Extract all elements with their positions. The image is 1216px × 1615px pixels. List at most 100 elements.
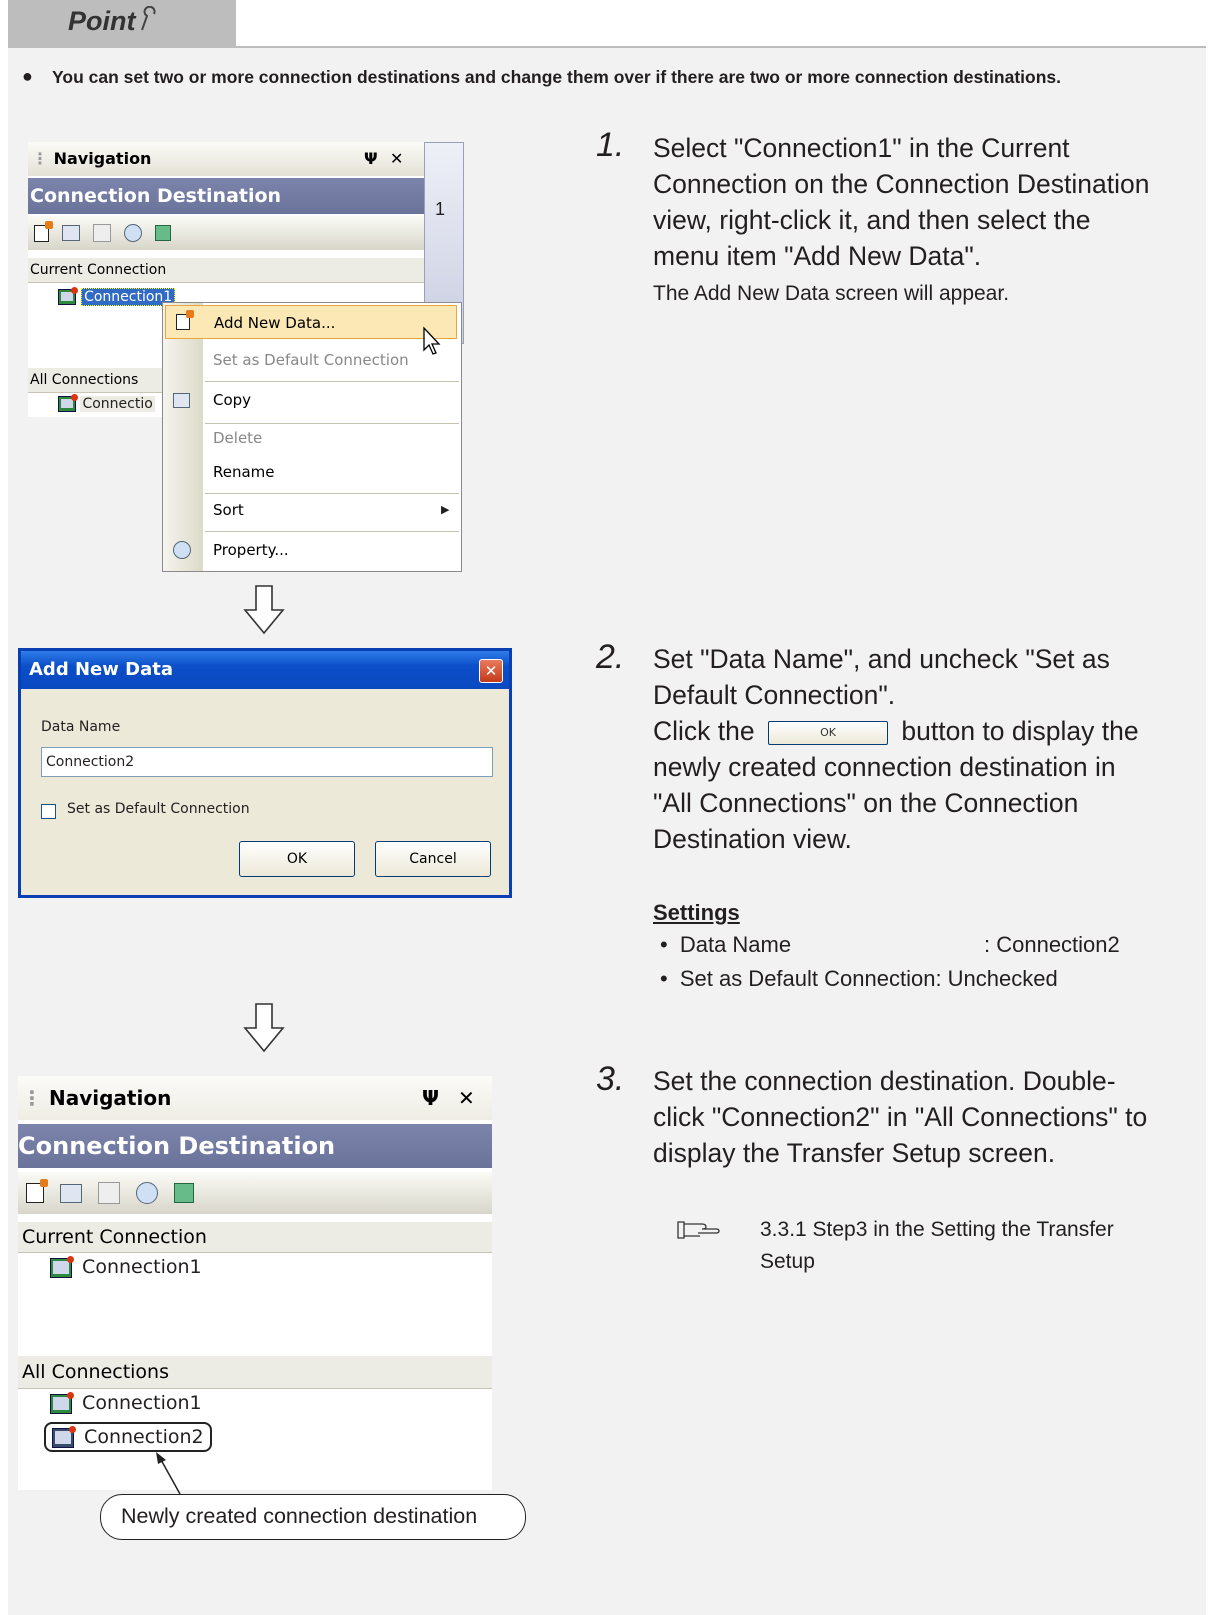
step-3-number: 3.: [596, 1060, 625, 1098]
menu-item-rename[interactable]: Rename: [213, 463, 275, 481]
property-icon[interactable]: [124, 224, 142, 242]
data-name-field[interactable]: Connection2: [41, 747, 493, 777]
settings-label-2: Set as Default Connection: [679, 966, 936, 991]
grip-icon: ⋮: [32, 149, 48, 168]
step-3-text: Set the connection destination. Double-c…: [653, 1066, 1148, 1168]
dialog-title-bar: Add New Data ✕: [21, 651, 509, 689]
property-icon[interactable]: [136, 1182, 158, 1204]
intro-bullet: ●: [22, 66, 33, 86]
copy-icon[interactable]: [62, 225, 80, 241]
settings-bullet: •: [660, 966, 668, 991]
settings-title: Settings: [653, 900, 740, 925]
cancel-button[interactable]: Cancel: [375, 841, 491, 877]
current-connection-item[interactable]: Connection1: [58, 286, 176, 308]
menu-label-property: Property...: [213, 541, 289, 559]
settings-value-2: : Unchecked: [935, 966, 1058, 991]
menu-item-set-default[interactable]: Set as Default Connection: [213, 351, 409, 369]
paste-icon[interactable]: [98, 1182, 120, 1204]
step-1-note: The Add New Data screen will appear.: [653, 282, 1010, 305]
all-connection-label-1: Connection1: [82, 1392, 202, 1414]
current-connection-label: Connection1: [82, 1256, 202, 1278]
menu-gutter: [163, 303, 203, 571]
step-1-number: 1.: [596, 126, 625, 164]
settings-label-1: Data Name: [679, 932, 792, 957]
dialog-close-button[interactable]: ✕: [479, 659, 503, 683]
menu-separator: [205, 381, 459, 382]
side-panel-number: 1: [435, 199, 446, 219]
point-hand-icon: [140, 5, 156, 31]
close-icon[interactable]: ✕: [458, 1076, 475, 1120]
callout-box: Newly created connection destination: [100, 1494, 526, 1540]
set-default-checkbox[interactable]: [41, 804, 56, 819]
menu-item-delete[interactable]: Delete: [213, 429, 262, 447]
settings-row-1: • Data Name : Connection2: [660, 932, 1160, 958]
nav-toolbar: [28, 216, 424, 250]
all-connection-label: Connectio: [80, 396, 155, 412]
add-new-data-icon[interactable]: [34, 220, 53, 242]
property-icon: [173, 541, 191, 559]
nav-toolbar: [18, 1172, 492, 1214]
nav-title-bar: ⋮ Navigation Ψ ✕: [28, 142, 424, 176]
nav-title: Navigation: [53, 149, 152, 168]
data-name-label: Data Name: [41, 719, 121, 735]
menu-separator: [205, 493, 459, 494]
add-new-data-icon: [176, 310, 194, 330]
all-connections-header: All Connections: [18, 1356, 492, 1389]
current-connection-item[interactable]: Connection1: [50, 1255, 202, 1278]
step-2-click-the: Click the: [653, 716, 755, 746]
set-default-checkbox-label: Set as Default Connection: [67, 801, 250, 817]
all-connection-item-2[interactable]: Connection2: [44, 1422, 212, 1452]
intro-text: You can set two or more connection desti…: [52, 67, 1062, 87]
step-2-text-a: Set "Data Name", and uncheck "Set as Def…: [653, 644, 1110, 710]
step-2-number: 2.: [596, 638, 625, 676]
menu-item-copy[interactable]: Copy: [163, 387, 459, 417]
add-new-data-icon[interactable]: [26, 1179, 48, 1203]
refresh-icon[interactable]: [174, 1183, 194, 1203]
pointing-hand-icon: [677, 1221, 720, 1239]
current-connection-header: Current Connection: [18, 1222, 492, 1253]
current-connection-header: Current Connection: [28, 258, 424, 283]
inline-ok-button: OK: [768, 721, 888, 745]
down-arrow-icon: [243, 1003, 285, 1053]
connection-icon: [52, 1425, 76, 1448]
dialog-title: Add New Data: [29, 659, 173, 680]
menu-item-sort[interactable]: Sort: [213, 501, 244, 519]
menu-separator: [205, 531, 459, 532]
nav-title-bar: ⋮ Navigation Ψ ✕: [18, 1076, 492, 1120]
grip-icon: ⋮: [22, 1086, 42, 1110]
add-new-data-dialog: Add New Data ✕ Data Name Connection2 Set…: [18, 648, 512, 898]
point-label: Point: [68, 5, 160, 37]
pin-icon[interactable]: Ψ: [364, 142, 378, 176]
context-menu: Add New Data... Set as Default Connectio…: [162, 302, 462, 572]
refresh-icon[interactable]: [155, 225, 171, 241]
connection-icon: [58, 394, 78, 412]
settings-value-1: : Connection2: [984, 932, 1120, 957]
nav-header: Connection Destination: [28, 178, 424, 214]
menu-item-property[interactable]: Property...: [163, 537, 459, 567]
menu-label-add-new-data: Add New Data...: [214, 314, 336, 332]
callout-text: Newly created connection destination: [121, 1504, 478, 1528]
connection-icon: [50, 1255, 74, 1278]
all-connection-label-2: Connection2: [84, 1426, 204, 1448]
step-3-reference[interactable]: 3.3.1 Step3 in the Setting the Transfer …: [760, 1214, 1120, 1278]
menu-label-copy: Copy: [213, 391, 252, 409]
connection-icon: [58, 286, 78, 305]
connection-icon: [50, 1391, 74, 1414]
paste-icon[interactable]: [93, 224, 111, 242]
nav-panel-bottom: ⋮ Navigation Ψ ✕ Connection Destination …: [18, 1076, 492, 1490]
menu-item-add-new-data[interactable]: Add New Data...: [165, 305, 457, 339]
nav-title: Navigation: [48, 1086, 172, 1110]
settings-row-2: • Set as Default Connection: Unchecked: [660, 966, 1160, 992]
settings-bullet: •: [660, 932, 668, 957]
copy-icon: [173, 393, 190, 408]
ok-button[interactable]: OK: [239, 841, 355, 877]
pin-icon[interactable]: Ψ: [422, 1076, 439, 1120]
submenu-arrow-icon: ▶: [441, 503, 450, 516]
menu-separator: [205, 423, 459, 424]
step-2-text-b: Click the OK button to display the newly…: [653, 713, 1158, 857]
all-connection-item-1[interactable]: Connection1: [50, 1391, 202, 1414]
all-connection-item[interactable]: Connectio: [58, 394, 155, 417]
mouse-cursor-icon: [423, 326, 441, 355]
copy-icon[interactable]: [60, 1183, 82, 1203]
close-icon[interactable]: ✕: [390, 142, 403, 176]
